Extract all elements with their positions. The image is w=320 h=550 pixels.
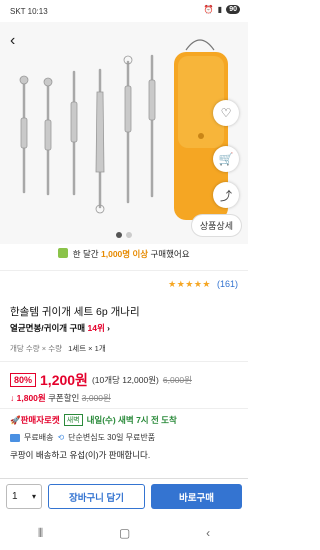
delivery-row: 🚀판매자로켓 새벽 내일(수) 새벽 7시 전 도착 [10,414,177,426]
cart-icon[interactable]: 🛒 [213,146,239,172]
divider [0,270,248,271]
price-row: 80% 1,200원 (10개당 12,000원) 6,000원 [10,370,192,390]
quantity-info: 개당 수량 × 수량 1세트 × 1개 [10,344,106,353]
carrier-time: SKT 10:13 [10,7,48,16]
truck-icon [10,433,20,442]
purchase-count-banner: 한 달간 1,000명 이상 구매했어요 [0,248,248,260]
ear-pick-set-illustration [19,39,228,220]
star-rating-icon: ★★★★★ [168,279,211,289]
status-icons: ⏰ ▮ 90 [204,5,240,14]
dawn-tag: 새벽 [63,414,83,426]
seller-rocket-badge: 🚀판매자로켓 [10,415,60,425]
category-rank[interactable]: 열균면봉/귀이개 구매 14위 › [10,322,110,334]
shipping-return-row: 무료배송 ⟲ 단순변심도 30일 무료반품 [10,432,155,443]
arrival-date: 내일(수) 새벽 7시 전 도착 [86,415,177,425]
carousel-dot [126,232,132,238]
shopping-bag-icon [58,248,69,258]
status-bar: SKT 10:13 ⏰ ▮ 90 [0,0,248,20]
unit-price: (10개당 12,000원) [91,375,159,385]
alarm-icon: ⏰ [203,5,214,14]
home-icon[interactable]: ▢ [119,526,130,540]
carousel-dot-active [116,232,122,238]
system-nav-bar: ⦀ ▢ ‹ [0,516,248,550]
chevron-right-icon: › [107,323,110,333]
rating[interactable]: ★★★★★ (161) [168,279,238,290]
original-price: 6,000원 [162,375,192,385]
add-to-cart-button[interactable]: 장바구니 담기 [48,484,145,509]
seller-info: 쿠팡이 배송하고 유섭(이)가 판매합니다. [10,450,151,460]
review-count[interactable]: (161) [217,279,238,289]
divider [0,408,248,409]
recent-apps-icon[interactable]: ⦀ [38,526,43,541]
share-icon[interactable]: ⤴ [213,182,239,208]
back-icon[interactable]: ‹ [206,526,210,540]
heart-icon[interactable]: ♡ [213,100,239,126]
product-image[interactable]: ‹ ♡ 🛒 ⤴ 상품상세 [0,22,248,244]
coupon-row: ↓ 1,800원 쿠폰할인 3,000원 [10,393,111,403]
product-detail-button[interactable]: 상품상세 [190,214,242,237]
discount-badge: 80% [10,373,37,387]
product-title: 한솔템 귀이개 세트 6p 개나리 [10,306,140,318]
battery-icon: 90 [226,5,240,14]
sale-price: 1,200원 [40,372,88,388]
down-arrow-icon: ↓ [10,393,15,403]
return-icon: ⟲ [57,433,65,442]
purchase-bar: 1 ▾ 장바구니 담기 바로구매 [0,478,248,514]
quantity-select[interactable]: 1 ▾ [6,484,42,509]
chevron-down-icon: ▾ [31,492,36,501]
divider [0,361,248,362]
buy-now-button[interactable]: 바로구매 [151,484,242,509]
signal-icon: ▮ [217,5,223,14]
